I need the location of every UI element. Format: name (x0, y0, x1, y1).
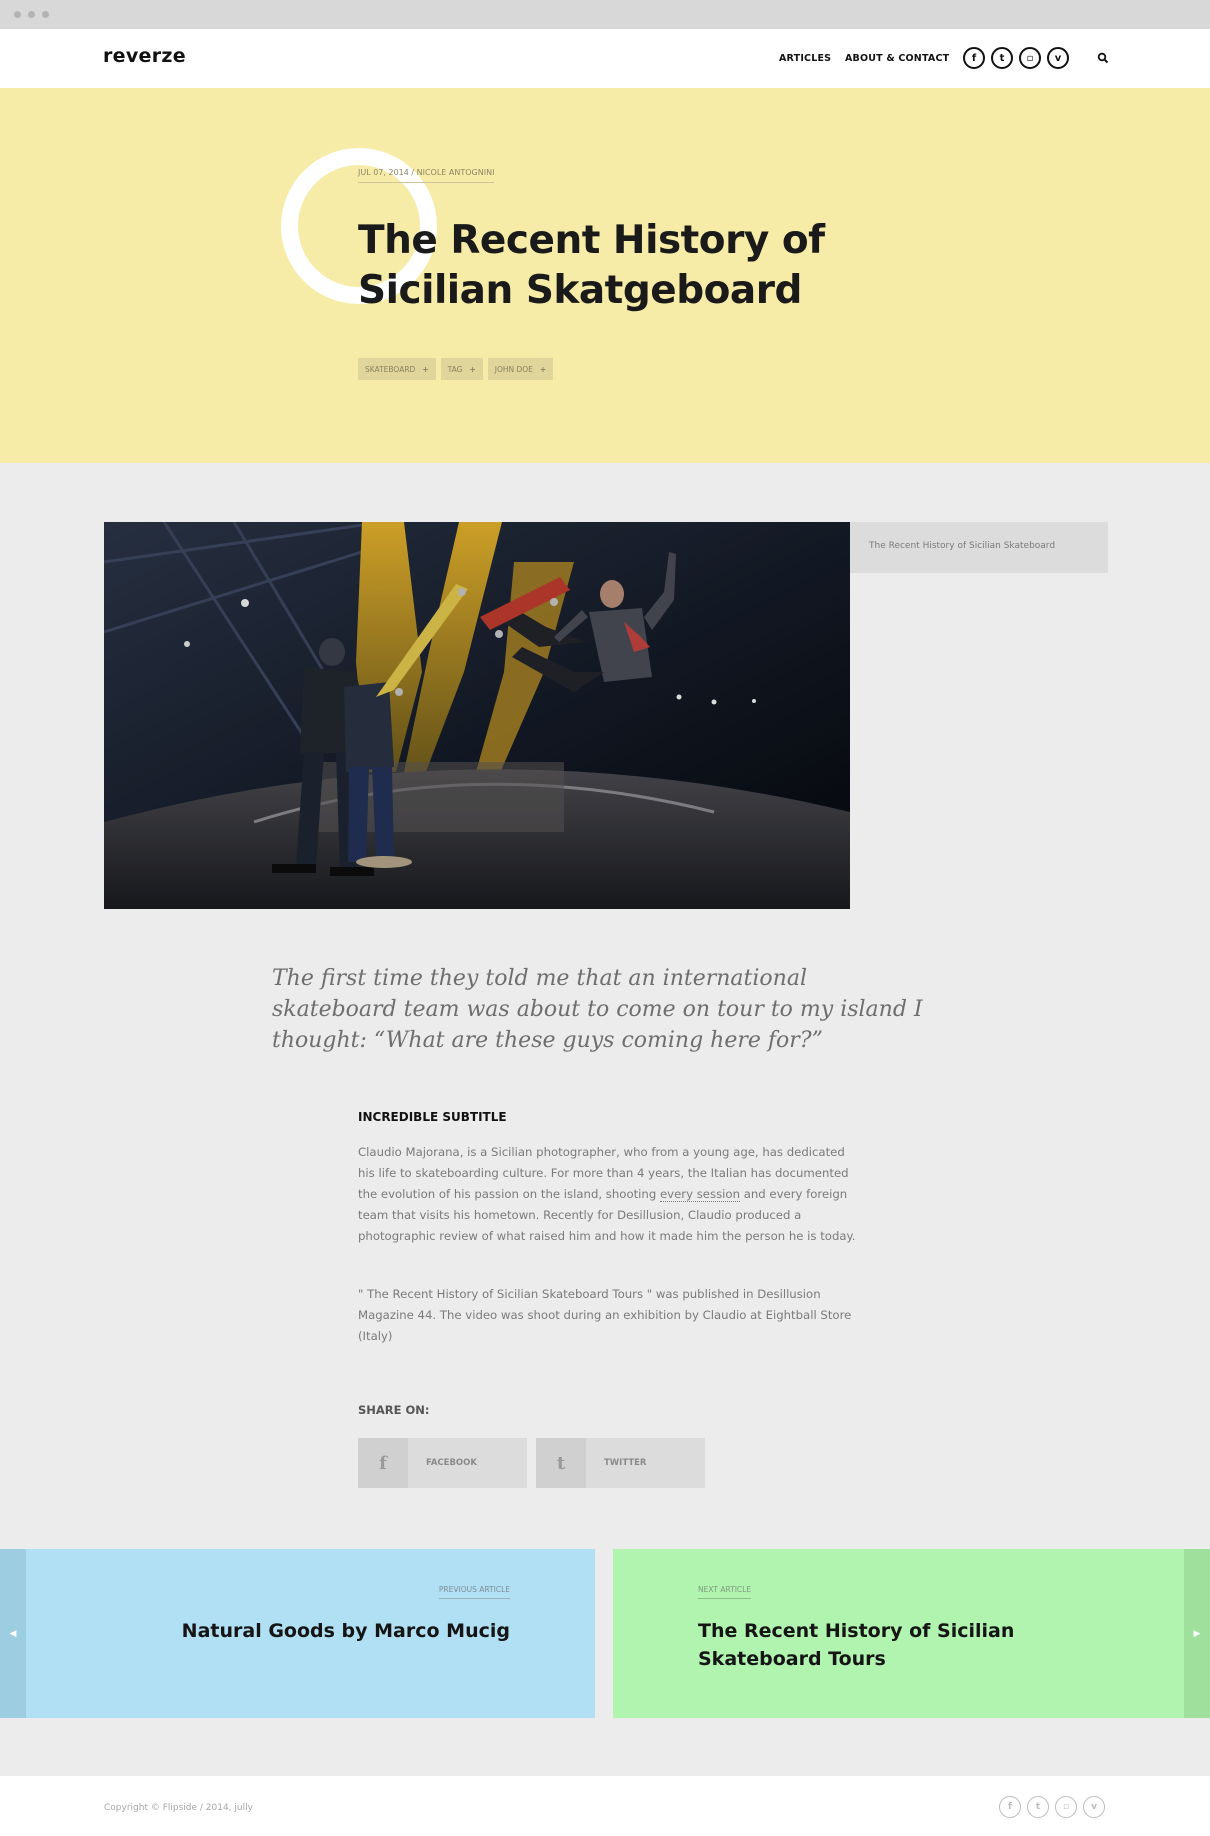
next-article-title: The Recent History of Sicilian Skateboar… (698, 1620, 1015, 1670)
share-facebook-label: FACEBOOK (426, 1458, 477, 1468)
photo-caption: The Recent History of Sicilian Skateboar… (869, 541, 1056, 551)
copyright-text: Copyright © Flipside / 2014, jully (104, 1803, 253, 1813)
instagram-icon[interactable]: ▫ (1019, 47, 1041, 69)
article-photo (104, 522, 850, 909)
facebook-icon[interactable]: f (963, 47, 985, 69)
browser-chrome (0, 0, 1210, 29)
vimeo-icon[interactable]: v (1047, 47, 1069, 69)
nav-articles[interactable]: ARTICLES (779, 53, 831, 64)
site-logo[interactable]: reverze (103, 45, 186, 67)
article-tags: SKATEBOARD + TAG + JOHN DOE + (358, 358, 554, 380)
article-hero: JUL 07, 2014 / NICOLE ANTOGNINI The Rece… (0, 88, 1210, 463)
previous-article-title: Natural Goods by Marco Mucig (181, 1620, 510, 1642)
tag-skateboard[interactable]: SKATEBOARD + (358, 358, 436, 380)
facebook-icon[interactable]: f (999, 1796, 1021, 1818)
share-twitter-button[interactable]: t TWITTER (536, 1438, 705, 1488)
article-paragraph-1: Claudio Majorana, is a Sicilian photogra… (358, 1145, 856, 1243)
article-title: The Recent History of Sicilian Skatgeboa… (358, 218, 825, 313)
instagram-icon[interactable]: ▫ (1055, 1796, 1077, 1818)
twitter-icon[interactable]: t (1027, 1796, 1049, 1818)
share-label: SHARE ON: (358, 1403, 430, 1417)
tag-john-doe[interactable]: JOHN DOE + (487, 358, 554, 380)
article-paragraph-2: " The Recent History of Sicilian Skatebo… (358, 1287, 852, 1343)
twitter-icon[interactable]: t (991, 47, 1013, 69)
window-maximize-dot[interactable] (42, 11, 49, 18)
skatepark-photo-illustration (104, 522, 850, 909)
pull-quote: The first time they told me that an inte… (272, 966, 923, 1053)
share-twitter-label: TWITTER (604, 1458, 647, 1468)
site-header: reverze ARTICLES ABOUT & CONTACT f t ▫ v (0, 29, 1210, 88)
vimeo-icon[interactable]: v (1083, 1796, 1105, 1818)
photo-caption-box: The Recent History of Sicilian Skateboar… (850, 522, 1108, 573)
inline-link-every-session[interactable]: every session (659, 1187, 740, 1202)
window-minimize-dot[interactable] (28, 11, 35, 18)
nav-about-contact[interactable]: ABOUT & CONTACT (845, 53, 949, 64)
next-article-card[interactable]: ▶ NEXT ARTICLE The Recent History of Sic… (613, 1549, 1210, 1718)
site-footer: Copyright © Flipside / 2014, jully f t ▫… (0, 1776, 1210, 1836)
tag-tag[interactable]: TAG + (440, 358, 483, 380)
facebook-icon: f (358, 1438, 408, 1488)
article-meta: JUL 07, 2014 / NICOLE ANTOGNINI (358, 168, 495, 183)
previous-article-label: PREVIOUS ARTICLE (438, 1585, 510, 1599)
article-author[interactable]: NICOLE ANTOGNINI (417, 168, 495, 177)
twitter-icon: t (536, 1438, 586, 1488)
article-subtitle: INCREDIBLE SUBTITLE (358, 1110, 507, 1124)
next-arrow-icon[interactable]: ▶ (1184, 1549, 1210, 1718)
article-date: JUL 07, 2014 (358, 168, 409, 177)
search-icon[interactable] (1097, 52, 1109, 64)
share-facebook-button[interactable]: f FACEBOOK (358, 1438, 527, 1488)
previous-article-card[interactable]: ◀ PREVIOUS ARTICLE Natural Goods by Marc… (0, 1549, 595, 1718)
window-close-dot[interactable] (14, 11, 21, 18)
next-article-label: NEXT ARTICLE (698, 1585, 752, 1599)
previous-arrow-icon[interactable]: ◀ (0, 1549, 26, 1718)
